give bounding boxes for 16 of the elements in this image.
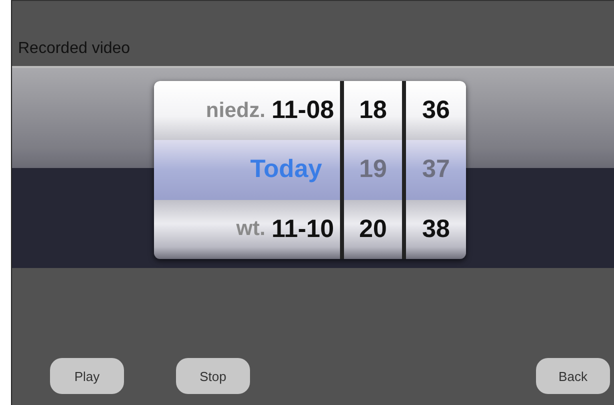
screen-title: Recorded video	[18, 40, 130, 58]
date-label: 11-08	[271, 96, 334, 126]
play-button[interactable]: Play	[50, 358, 124, 394]
minute-label: 36	[422, 96, 450, 126]
hour-label: 20	[359, 214, 387, 244]
weekday-label: wt.	[236, 217, 266, 242]
minute-label: 37	[422, 155, 450, 184]
weekday-label: niedz.	[206, 98, 266, 123]
date-label: 11-10	[271, 214, 334, 244]
date-label: Today	[250, 155, 323, 184]
back-button[interactable]: Back	[536, 358, 610, 394]
minute-label: 38	[422, 214, 450, 244]
date-time-picker[interactable]: niedz. 11-08 18 36 Today 19 37 wt. 11-10 20 38	[154, 81, 466, 259]
hour-label: 18	[359, 96, 387, 126]
hour-label: 19	[359, 155, 387, 184]
stop-button[interactable]: Stop	[176, 358, 250, 394]
